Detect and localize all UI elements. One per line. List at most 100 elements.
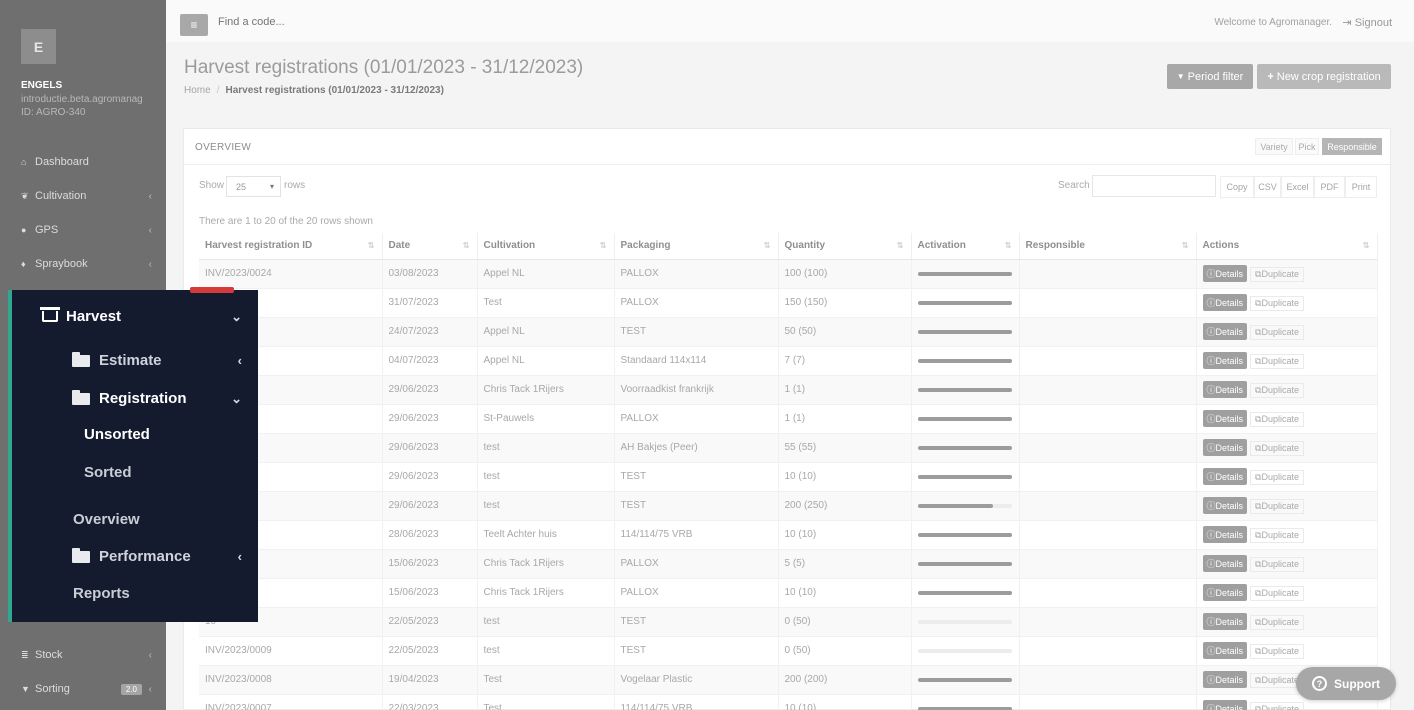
sidebar-item-stock[interactable]: ≣ Stock ‹	[0, 638, 166, 672]
print-button[interactable]: Print	[1345, 176, 1377, 198]
menu-registration[interactable]: Registration ⌄	[72, 389, 254, 407]
details-button[interactable]: ⓘDetails	[1202, 497, 1248, 514]
details-button[interactable]: ⓘDetails	[1202, 700, 1248, 710]
cell-packaging: Voorraadkist frankrijk	[614, 374, 779, 404]
duplicate-button[interactable]: ⧉Duplicate	[1250, 354, 1304, 369]
details-button[interactable]: ⓘDetails	[1202, 323, 1248, 340]
details-button[interactable]: ⓘDetails	[1202, 352, 1248, 369]
cell-cultivation: Appel NL	[477, 258, 615, 288]
sidebar-item-gps[interactable]: ● GPS ‹	[0, 213, 166, 247]
excel-button[interactable]: Excel	[1281, 176, 1314, 198]
duplicate-button[interactable]: ⧉Duplicate	[1250, 499, 1304, 514]
cell-activation	[911, 693, 1020, 710]
folder-open-icon	[72, 389, 90, 405]
details-button[interactable]: ⓘDetails	[1202, 671, 1248, 688]
code-search-input[interactable]	[218, 16, 518, 28]
details-button[interactable]: ⓘDetails	[1202, 410, 1248, 427]
cell-date: 19/04/2023	[382, 664, 478, 694]
duplicate-button[interactable]: ⧉Duplicate	[1250, 383, 1304, 398]
menu-overview[interactable]: Overview	[73, 511, 140, 528]
csv-button[interactable]: CSV	[1254, 176, 1281, 198]
signout-link[interactable]: ⇥ Signout	[1342, 16, 1392, 29]
sidebar-item-sorting[interactable]: ▼ Sorting 2.0 ‹	[0, 672, 166, 706]
duplicate-button[interactable]: ⧉Duplicate	[1250, 644, 1304, 659]
table-row: INV/2023/0009 22/05/2023 test TEST 0 (50) ⓘDe…	[199, 635, 1378, 665]
details-button[interactable]: ⓘDetails	[1202, 439, 1248, 456]
menu-performance[interactable]: Performance ‹	[72, 547, 254, 565]
duplicate-button[interactable]: ⧉Duplicate	[1250, 615, 1304, 630]
details-button[interactable]: ⓘDetails	[1202, 468, 1248, 485]
column-header[interactable]: Packaging ⇅	[614, 233, 779, 260]
details-button[interactable]: ⓘDetails	[1202, 526, 1248, 543]
panel-header: OVERVIEW Variety Pick Responsible	[184, 129, 1390, 165]
menu-reports[interactable]: Reports	[73, 585, 130, 602]
column-header[interactable]: Actions ⇅	[1196, 233, 1378, 260]
toggle-responsible[interactable]: Responsible	[1322, 138, 1382, 155]
cell-quantity: 10 (10)	[778, 461, 912, 491]
sidebar-item-spraybook[interactable]: ♦ Spraybook ‹	[0, 247, 166, 281]
cell-quantity: 10 (10)	[778, 577, 912, 607]
menu-toggle-button[interactable]: ≡	[180, 14, 208, 36]
details-button[interactable]: ⓘDetails	[1202, 555, 1248, 572]
pdf-button[interactable]: PDF	[1314, 176, 1345, 198]
cell-date: 31/07/2023	[382, 287, 478, 317]
support-button[interactable]: ? Support	[1296, 667, 1396, 700]
menu-estimate[interactable]: Estimate ‹	[72, 351, 254, 369]
duplicate-button[interactable]: ⧉Duplicate	[1250, 586, 1304, 601]
duplicate-button[interactable]: ⧉Duplicate	[1250, 470, 1304, 485]
cell-cultivation: Appel NL	[477, 345, 615, 375]
sidebar-item-cultivation[interactable]: ❦ Cultivation ‹	[0, 179, 166, 213]
info-icon: ⓘ	[1206, 385, 1216, 395]
duplicate-button[interactable]: ⧉Duplicate	[1250, 296, 1304, 311]
duplicate-button[interactable]: ⧉Duplicate	[1250, 528, 1304, 543]
details-button[interactable]: ⓘDetails	[1202, 584, 1248, 601]
org-avatar[interactable]: E	[21, 29, 56, 64]
info-icon: ⓘ	[1206, 269, 1216, 279]
cell-cultivation: St-Pauwels	[477, 403, 615, 433]
menu-harvest[interactable]: Harvest ⌄	[40, 307, 254, 325]
column-header[interactable]: Activation ⇅	[911, 233, 1020, 260]
duplicate-button[interactable]: ⧉Duplicate	[1250, 267, 1304, 282]
period-filter-button[interactable]: ▼ Period filter	[1167, 64, 1253, 89]
toggle-variety[interactable]: Variety	[1255, 138, 1293, 155]
menu-sorted[interactable]: Sorted	[84, 464, 132, 481]
sidebar-item-dashboard[interactable]: ⌂ Dashboard	[0, 145, 166, 179]
column-header[interactable]: Cultivation ⇅	[477, 233, 615, 260]
breadcrumb-home[interactable]: Home	[184, 85, 211, 96]
cell-date: 03/08/2023	[382, 258, 478, 288]
cell-actions: ⓘDetails ⧉Duplicate	[1196, 577, 1378, 607]
cell-responsible	[1019, 664, 1197, 694]
toggle-pick[interactable]: Pick	[1295, 138, 1319, 155]
details-button[interactable]: ⓘDetails	[1202, 642, 1248, 659]
cell-activation	[911, 461, 1020, 491]
new-crop-registration-button[interactable]: + New crop registration	[1257, 64, 1391, 89]
duplicate-button[interactable]: ⧉Duplicate	[1250, 441, 1304, 456]
cell-actions: ⓘDetails ⧉Duplicate	[1196, 490, 1378, 520]
activation-progress-fill	[917, 590, 1012, 595]
duplicate-button[interactable]: ⧉Duplicate	[1250, 557, 1304, 572]
details-button[interactable]: ⓘDetails	[1202, 381, 1248, 398]
duplicate-button[interactable]: ⧉Duplicate	[1250, 412, 1304, 427]
info-icon: ⓘ	[1206, 646, 1216, 656]
copy-button[interactable]: Copy	[1220, 176, 1254, 198]
details-button[interactable]: ⓘDetails	[1202, 613, 1248, 630]
rows-per-page-select[interactable]: 25 ▾	[226, 176, 281, 197]
table-search-input[interactable]	[1092, 175, 1216, 197]
cell-packaging: PALLOX	[614, 287, 779, 317]
column-header[interactable]: Quantity ⇅	[778, 233, 912, 260]
sort-icon: ⇅	[1362, 241, 1370, 250]
cell-responsible	[1019, 345, 1197, 375]
column-header[interactable]: Date ⇅	[382, 233, 478, 260]
org-id: ID: AGRO-340	[21, 107, 86, 118]
details-button[interactable]: ⓘDetails	[1202, 265, 1248, 282]
menu-unsorted[interactable]: Unsorted	[84, 426, 150, 443]
duplicate-button[interactable]: ⧉Duplicate	[1250, 702, 1304, 710]
duplicate-button[interactable]: ⧉Duplicate	[1250, 325, 1304, 340]
column-header[interactable]: Harvest registration ID ⇅	[199, 233, 383, 260]
cell-packaging: TEST	[614, 461, 779, 491]
chevron-left-icon: ‹	[237, 353, 242, 368]
column-header[interactable]: Responsible ⇅	[1019, 233, 1197, 260]
cell-actions: ⓘDetails ⧉Duplicate	[1196, 374, 1378, 404]
details-button[interactable]: ⓘDetails	[1202, 294, 1248, 311]
cell-date: 22/03/2023	[382, 693, 478, 710]
